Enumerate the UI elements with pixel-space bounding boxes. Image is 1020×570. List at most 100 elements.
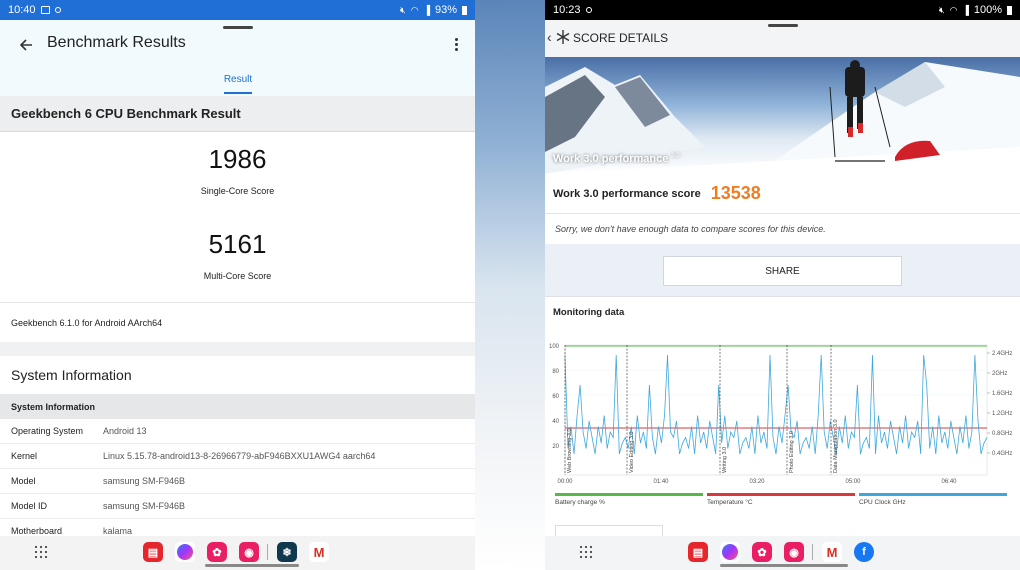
version-info: Geekbench 6.1.0 for Android AArch64 bbox=[0, 302, 475, 342]
score-row: Work 3.0 performance score 13538 bbox=[545, 174, 1020, 214]
row-value: Linux 5.15.78-android13-8-26966779-abF94… bbox=[103, 451, 376, 461]
workload-marker-label: Photo Editing 3.0 bbox=[789, 431, 795, 473]
x-tick: 00:00 bbox=[557, 479, 573, 485]
battery-icon bbox=[1007, 5, 1012, 15]
battery-icon bbox=[462, 5, 467, 15]
row-key: Kernel bbox=[11, 451, 38, 461]
row-key: Model bbox=[11, 476, 36, 486]
battery-level: 93% bbox=[434, 4, 457, 16]
wifi-icon: ◠ bbox=[949, 4, 958, 15]
taskbar: ▤ ✿ ◉ M f bbox=[545, 536, 1020, 570]
app-bar: Benchmark Results Result bbox=[0, 20, 475, 96]
legend-swatch bbox=[859, 493, 1007, 496]
legend-label: Battery charge % bbox=[555, 499, 605, 506]
score-label: Work 3.0 performance score bbox=[553, 187, 701, 200]
apps-grid-icon[interactable] bbox=[35, 546, 47, 558]
row-value: Android 13 bbox=[103, 426, 147, 436]
snowflake-logo-icon bbox=[555, 29, 571, 45]
status-bar: 10:40 🔇︎ ◠ ▐ 93% bbox=[0, 0, 475, 20]
system-info-title: System Information bbox=[0, 356, 475, 394]
hero-image: Work 3.0 performance 3.0 bbox=[545, 57, 1020, 174]
pcmark-window: 10:23 🔇︎ ◠ ▐ 100% ‹ SCORE DETAILS Work 3… bbox=[545, 0, 1020, 570]
geekbench-icon[interactable]: ❄ bbox=[277, 542, 297, 562]
table-row: Model samsung SM-F946B bbox=[0, 469, 475, 494]
dock-divider bbox=[267, 544, 268, 560]
y-right-tick: 1.6GHz bbox=[992, 391, 1012, 397]
y-left-tick: 80 bbox=[552, 369, 559, 375]
result-header: Geekbench 6 CPU Benchmark Result bbox=[0, 96, 475, 132]
share-button[interactable]: SHARE bbox=[663, 256, 902, 286]
geekbench-window: 10:40 🔇︎ ◠ ▐ 93% Benchmark Results Resul… bbox=[0, 0, 475, 570]
y-right-tick: 0.8GHz bbox=[992, 431, 1012, 437]
x-tick: 05:00 bbox=[845, 479, 861, 485]
legend-swatch bbox=[555, 493, 703, 496]
workload-marker-label: Writing 3.0 bbox=[722, 447, 728, 473]
row-value: samsung SM-F946B bbox=[103, 501, 186, 511]
legend-swatch bbox=[707, 493, 855, 496]
x-tick: 01:40 bbox=[653, 479, 669, 485]
monitoring-title: Monitoring data bbox=[553, 307, 625, 318]
row-value: samsung SM-F946B bbox=[103, 476, 186, 486]
status-time: 10:40 bbox=[8, 4, 36, 16]
back-arrow-icon[interactable] bbox=[14, 33, 38, 57]
gmail-icon[interactable]: M bbox=[309, 542, 329, 562]
taskbar: ▤ ✿ ◉ ❄ M bbox=[0, 536, 475, 570]
gesture-bar[interactable] bbox=[720, 564, 848, 567]
gmail-icon[interactable]: M bbox=[822, 542, 842, 562]
status-time: 10:23 bbox=[553, 4, 581, 16]
signal-icon: ▐ bbox=[962, 5, 969, 15]
signal-icon: ▐ bbox=[423, 5, 430, 15]
legend-label: CPU Clock GHz bbox=[859, 499, 906, 506]
table-row: Operating System Android 13 bbox=[0, 419, 475, 444]
hero-caption-version: 3.0 bbox=[671, 153, 680, 160]
flower-app-icon[interactable]: ✿ bbox=[752, 542, 772, 562]
workload-marker-label: Data Manipulation 3.0 bbox=[833, 419, 839, 473]
hero-caption-text: Work 3.0 performance bbox=[553, 153, 669, 165]
section-gap bbox=[0, 342, 475, 356]
flower-app-icon[interactable]: ✿ bbox=[207, 542, 227, 562]
row-key: Operating System bbox=[11, 426, 84, 436]
window-handle[interactable] bbox=[767, 24, 798, 27]
legend-label: Temperature °C bbox=[707, 498, 753, 506]
status-bar: 10:23 🔇︎ ◠ ▐ 100% bbox=[545, 0, 1020, 20]
score-value: 13538 bbox=[710, 183, 761, 203]
back-chevron-icon[interactable]: ‹ bbox=[547, 29, 552, 45]
hero-caption: Work 3.0 performance 3.0 bbox=[553, 153, 680, 165]
tab-result[interactable]: Result bbox=[210, 74, 266, 85]
multi-core-label: Multi-Core Score bbox=[203, 271, 272, 281]
flipboard-icon[interactable]: ▤ bbox=[688, 542, 708, 562]
y-left-tick: 20 bbox=[552, 444, 559, 450]
flipboard-icon[interactable]: ▤ bbox=[143, 542, 163, 562]
table-row: Model ID samsung SM-F946B bbox=[0, 494, 475, 519]
gallery-notification-icon bbox=[40, 6, 50, 14]
y-left-tick: 40 bbox=[552, 419, 559, 425]
multi-core-score: 5161 bbox=[208, 229, 267, 259]
window-handle[interactable] bbox=[222, 26, 253, 29]
workload-marker-label: Video Editing 3.0 bbox=[629, 432, 635, 474]
monitoring-chart: 100 80 60 40 20 2.4GHz 2GHz 1.6GHz 1.2GHz 0.8GHz 0… bbox=[549, 344, 1012, 506]
screen-recorder-icon[interactable]: ◉ bbox=[784, 542, 804, 562]
gesture-bar[interactable] bbox=[205, 564, 299, 567]
workload-marker-label: Web Browsing 3.0 bbox=[567, 428, 573, 473]
share-section: SHARE bbox=[545, 244, 1020, 296]
page-title: SCORE DETAILS bbox=[573, 31, 669, 45]
facebook-icon[interactable]: f bbox=[854, 542, 874, 562]
screen-recorder-icon[interactable]: ◉ bbox=[239, 542, 259, 562]
apps-grid-icon[interactable] bbox=[580, 546, 592, 558]
row-key: Model ID bbox=[11, 501, 48, 511]
app-bar: ‹ SCORE DETAILS bbox=[545, 20, 1020, 57]
messenger-icon[interactable] bbox=[720, 542, 740, 562]
dock-divider bbox=[812, 544, 813, 560]
system-info-subheader: System Information bbox=[0, 394, 475, 419]
y-left-tick: 60 bbox=[552, 394, 559, 400]
y-right-tick: 1.2GHz bbox=[992, 411, 1012, 417]
page-title: Benchmark Results bbox=[47, 34, 186, 51]
messenger-icon[interactable] bbox=[175, 542, 195, 562]
monitoring-panel: Monitoring data 100 80 60 40 20 2.4GHz 2GHz 1.6… bbox=[545, 296, 1020, 539]
y-right-tick: 0.4GHz bbox=[992, 451, 1012, 457]
row-value: kalama bbox=[103, 526, 133, 536]
more-options-icon[interactable] bbox=[451, 34, 461, 54]
y-right-tick: 2GHz bbox=[992, 371, 1007, 377]
y-left-tick: 100 bbox=[549, 344, 560, 350]
battery-level: 100% bbox=[973, 4, 1002, 16]
